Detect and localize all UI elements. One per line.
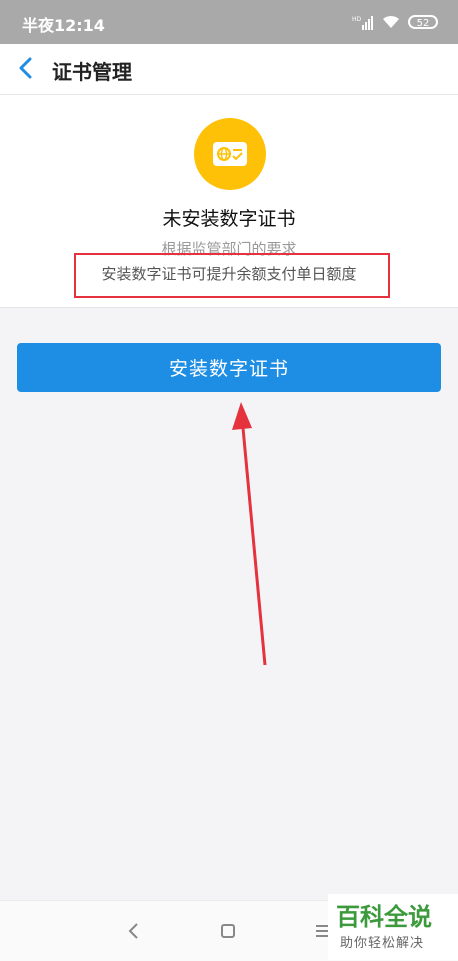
nav-home-icon[interactable] bbox=[214, 917, 242, 945]
watermark-title: 百科全说 bbox=[336, 903, 432, 931]
nav-back-icon[interactable] bbox=[120, 917, 148, 945]
watermark-logo: 百科全说 助你轻松解决 bbox=[328, 894, 458, 960]
watermark-subtitle: 助你轻松解决 bbox=[340, 936, 425, 951]
annotation-arrow bbox=[232, 402, 267, 666]
